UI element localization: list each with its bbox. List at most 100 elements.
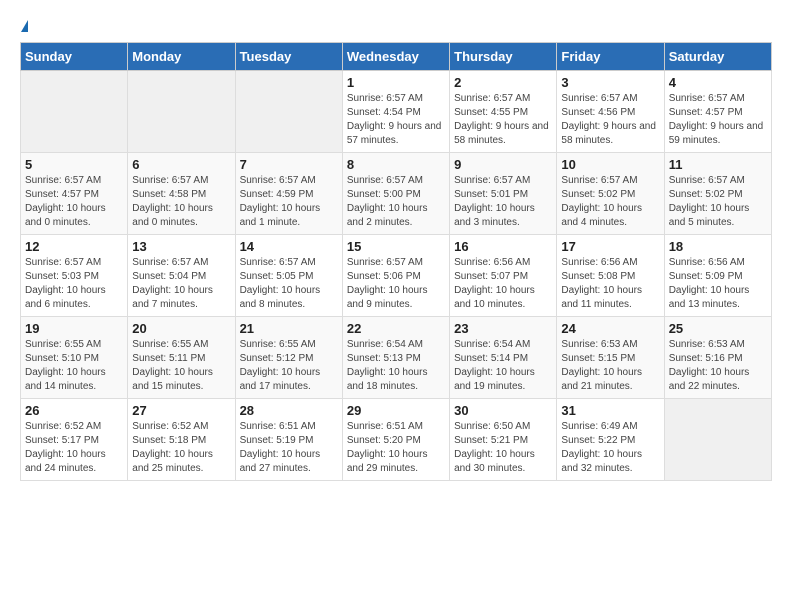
calendar-cell: 25 Sunrise: 6:53 AM Sunset: 5:16 PM Dayli… [664,317,771,399]
day-number: 9 [454,157,552,172]
day-info: Sunrise: 6:54 AM Sunset: 5:13 PM Dayligh… [347,338,445,394]
calendar-table: SundayMondayTuesdayWednesdayThursdayFrid… [20,42,772,481]
header-cell-thursday: Thursday [450,43,557,71]
calendar-cell: 23 Sunrise: 6:54 AM Sunset: 5:14 PM Dayli… [450,317,557,399]
day-number: 21 [240,321,338,336]
day-number: 19 [25,321,123,336]
calendar-cell [235,71,342,153]
day-number: 4 [669,75,767,90]
calendar-cell: 27 Sunrise: 6:52 AM Sunset: 5:18 PM Dayli… [128,399,235,481]
day-info: Sunrise: 6:57 AM Sunset: 4:56 PM Dayligh… [561,92,659,148]
calendar-cell: 6Sunrise: 6:57 AM Sunset: 4:58 PM Daylig… [128,153,235,235]
day-info: Sunrise: 6:57 AM Sunset: 5:02 PM Dayligh… [669,174,767,230]
logo [20,20,28,32]
day-info: Sunrise: 6:57 AM Sunset: 5:00 PM Dayligh… [347,174,445,230]
header-cell-sunday: Sunday [21,43,128,71]
day-info: Sunrise: 6:50 AM Sunset: 5:21 PM Dayligh… [454,420,552,476]
calendar-cell [128,71,235,153]
calendar-cell: 11 Sunrise: 6:57 AM Sunset: 5:02 PM Dayli… [664,153,771,235]
day-number: 7 [240,157,338,172]
calendar-cell: 10 Sunrise: 6:57 AM Sunset: 5:02 PM Dayli… [557,153,664,235]
day-info: Sunrise: 6:55 AM Sunset: 5:12 PM Dayligh… [240,338,338,394]
calendar-cell: 31Sunrise: 6:49 AM Sunset: 5:22 PM Dayli… [557,399,664,481]
header-cell-tuesday: Tuesday [235,43,342,71]
day-info: Sunrise: 6:55 AM Sunset: 5:11 PM Dayligh… [132,338,230,394]
header-cell-wednesday: Wednesday [342,43,449,71]
day-info: Sunrise: 6:55 AM Sunset: 5:10 PM Dayligh… [25,338,123,394]
calendar-week-5: 26 Sunrise: 6:52 AM Sunset: 5:17 PM Dayli… [21,399,772,481]
day-number: 25 [669,321,767,336]
calendar-cell: 1Sunrise: 6:57 AM Sunset: 4:54 PM Daylig… [342,71,449,153]
calendar-cell: 12 Sunrise: 6:57 AM Sunset: 5:03 PM Dayli… [21,235,128,317]
day-info: Sunrise: 6:56 AM Sunset: 5:09 PM Dayligh… [669,256,767,312]
calendar-cell: 30 Sunrise: 6:50 AM Sunset: 5:21 PM Dayli… [450,399,557,481]
day-info: Sunrise: 6:53 AM Sunset: 5:15 PM Dayligh… [561,338,659,394]
calendar-cell: 18 Sunrise: 6:56 AM Sunset: 5:09 PM Dayli… [664,235,771,317]
calendar-week-1: 1Sunrise: 6:57 AM Sunset: 4:54 PM Daylig… [21,71,772,153]
day-info: Sunrise: 6:57 AM Sunset: 5:04 PM Dayligh… [132,256,230,312]
calendar-cell: 24Sunrise: 6:53 AM Sunset: 5:15 PM Dayli… [557,317,664,399]
calendar-cell: 17 Sunrise: 6:56 AM Sunset: 5:08 PM Dayli… [557,235,664,317]
day-number: 15 [347,239,445,254]
day-number: 11 [669,157,767,172]
calendar-cell [21,71,128,153]
calendar-cell: 8 Sunrise: 6:57 AM Sunset: 5:00 PM Daylig… [342,153,449,235]
calendar-week-2: 5Sunrise: 6:57 AM Sunset: 4:57 PM Daylig… [21,153,772,235]
day-number: 23 [454,321,552,336]
calendar-cell: 26 Sunrise: 6:52 AM Sunset: 5:17 PM Dayli… [21,399,128,481]
calendar-cell: 21 Sunrise: 6:55 AM Sunset: 5:12 PM Dayli… [235,317,342,399]
calendar-cell: 9Sunrise: 6:57 AM Sunset: 5:01 PM Daylig… [450,153,557,235]
day-number: 12 [25,239,123,254]
day-info: Sunrise: 6:52 AM Sunset: 5:17 PM Dayligh… [25,420,123,476]
day-info: Sunrise: 6:57 AM Sunset: 4:55 PM Dayligh… [454,92,552,148]
calendar-cell: 7 Sunrise: 6:57 AM Sunset: 4:59 PM Daylig… [235,153,342,235]
day-info: Sunrise: 6:57 AM Sunset: 5:03 PM Dayligh… [25,256,123,312]
day-number: 22 [347,321,445,336]
day-info: Sunrise: 6:54 AM Sunset: 5:14 PM Dayligh… [454,338,552,394]
day-number: 31 [561,403,659,418]
calendar-cell: 19 Sunrise: 6:55 AM Sunset: 5:10 PM Dayli… [21,317,128,399]
calendar-cell: 29Sunrise: 6:51 AM Sunset: 5:20 PM Dayli… [342,399,449,481]
day-info: Sunrise: 6:56 AM Sunset: 5:08 PM Dayligh… [561,256,659,312]
day-number: 27 [132,403,230,418]
day-number: 30 [454,403,552,418]
header-cell-friday: Friday [557,43,664,71]
calendar-cell: 4 Sunrise: 6:57 AM Sunset: 4:57 PM Daylig… [664,71,771,153]
day-number: 5 [25,157,123,172]
day-info: Sunrise: 6:56 AM Sunset: 5:07 PM Dayligh… [454,256,552,312]
calendar-cell: 5Sunrise: 6:57 AM Sunset: 4:57 PM Daylig… [21,153,128,235]
day-number: 6 [132,157,230,172]
day-info: Sunrise: 6:57 AM Sunset: 4:57 PM Dayligh… [669,92,767,148]
day-number: 10 [561,157,659,172]
day-number: 13 [132,239,230,254]
day-info: Sunrise: 6:57 AM Sunset: 5:05 PM Dayligh… [240,256,338,312]
page-header [20,20,772,32]
day-info: Sunrise: 6:52 AM Sunset: 5:18 PM Dayligh… [132,420,230,476]
calendar-cell: 16 Sunrise: 6:56 AM Sunset: 5:07 PM Dayli… [450,235,557,317]
header-cell-saturday: Saturday [664,43,771,71]
day-number: 16 [454,239,552,254]
day-number: 29 [347,403,445,418]
calendar-cell: 20Sunrise: 6:55 AM Sunset: 5:11 PM Dayli… [128,317,235,399]
calendar-header: SundayMondayTuesdayWednesdayThursdayFrid… [21,43,772,71]
calendar-cell: 14 Sunrise: 6:57 AM Sunset: 5:05 PM Dayli… [235,235,342,317]
day-number: 14 [240,239,338,254]
day-info: Sunrise: 6:53 AM Sunset: 5:16 PM Dayligh… [669,338,767,394]
day-info: Sunrise: 6:57 AM Sunset: 4:59 PM Dayligh… [240,174,338,230]
calendar-cell: 3Sunrise: 6:57 AM Sunset: 4:56 PM Daylig… [557,71,664,153]
calendar-cell [664,399,771,481]
day-info: Sunrise: 6:51 AM Sunset: 5:19 PM Dayligh… [240,420,338,476]
calendar-cell: 13 Sunrise: 6:57 AM Sunset: 5:04 PM Dayli… [128,235,235,317]
day-number: 8 [347,157,445,172]
day-number: 26 [25,403,123,418]
day-info: Sunrise: 6:57 AM Sunset: 5:02 PM Dayligh… [561,174,659,230]
calendar-week-3: 12 Sunrise: 6:57 AM Sunset: 5:03 PM Dayli… [21,235,772,317]
day-number: 17 [561,239,659,254]
logo-triangle-icon [21,20,28,32]
day-info: Sunrise: 6:57 AM Sunset: 4:54 PM Dayligh… [347,92,445,148]
calendar-cell: 15 Sunrise: 6:57 AM Sunset: 5:06 PM Dayli… [342,235,449,317]
calendar-header-row: SundayMondayTuesdayWednesdayThursdayFrid… [21,43,772,71]
day-info: Sunrise: 6:57 AM Sunset: 5:06 PM Dayligh… [347,256,445,312]
day-number: 18 [669,239,767,254]
day-number: 2 [454,75,552,90]
